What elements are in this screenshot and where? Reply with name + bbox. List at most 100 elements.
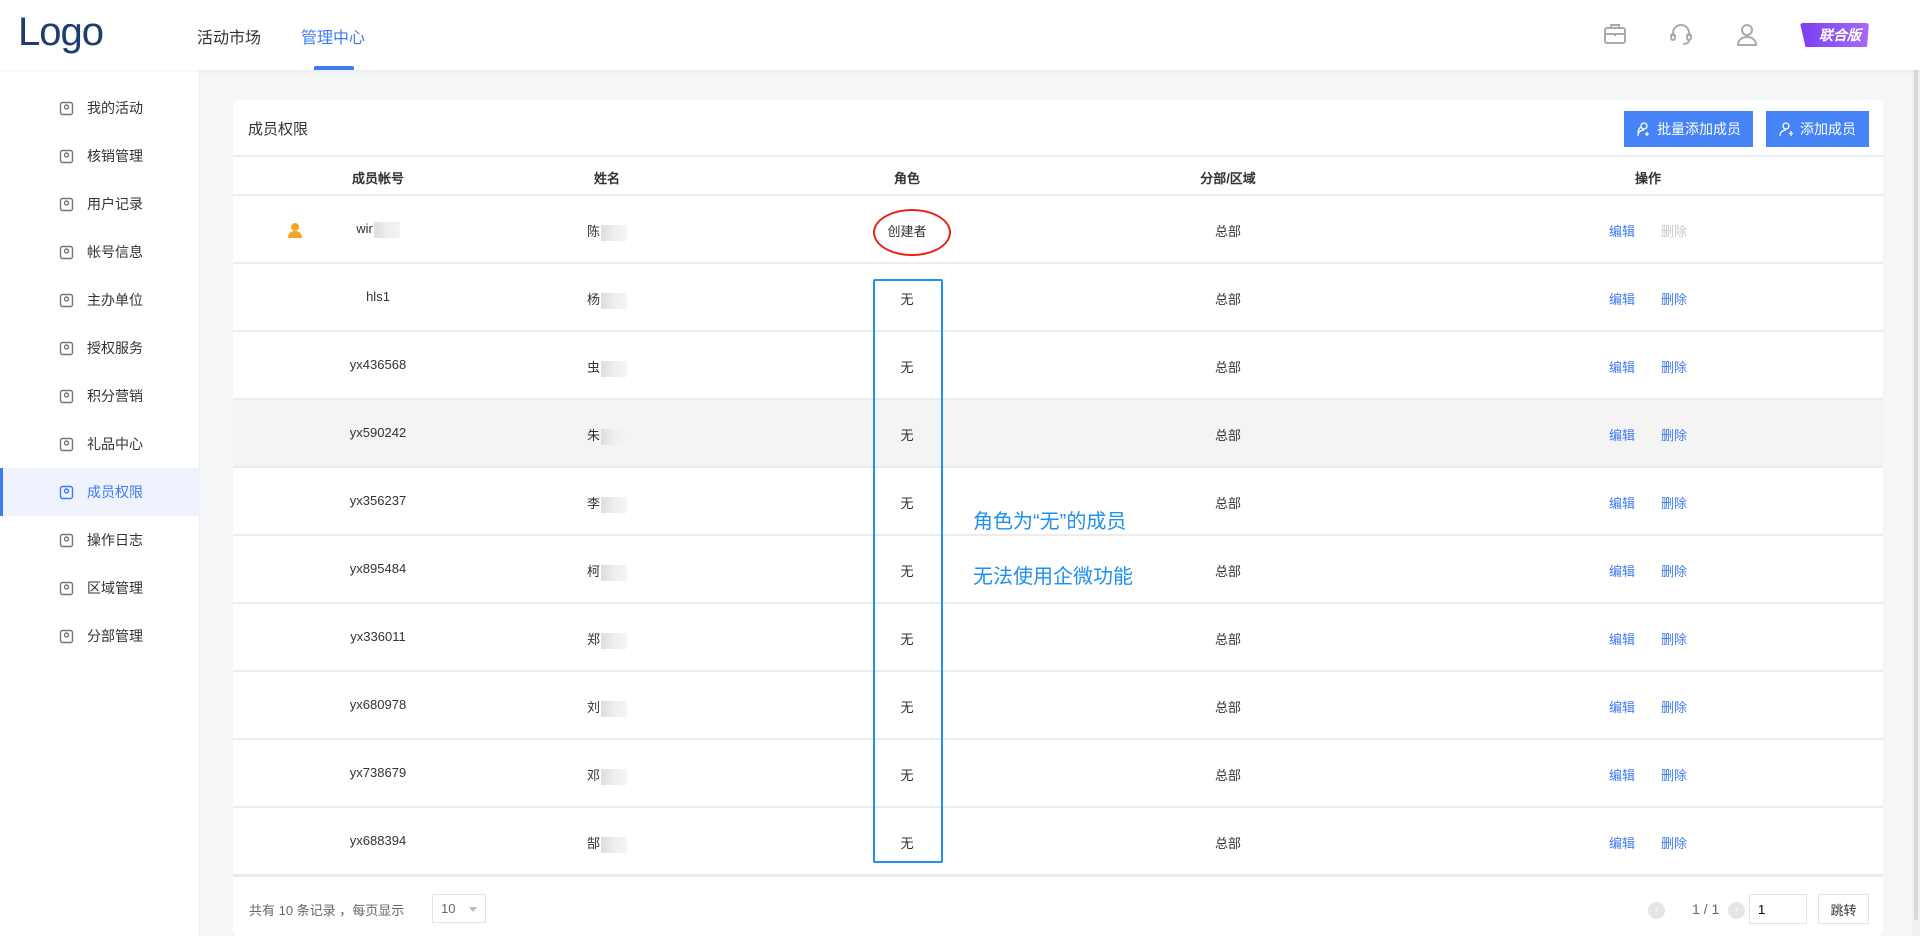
member-account: wir xyxy=(356,221,400,238)
edit-link[interactable]: 编辑 xyxy=(1609,221,1635,240)
sidebar-item-0[interactable]: 我的活动 xyxy=(0,84,200,132)
delete-link[interactable]: 删除 xyxy=(1661,425,1687,444)
log-icon xyxy=(59,533,74,547)
jump-page-input[interactable] xyxy=(1749,894,1807,924)
member-branch: 总部 xyxy=(1214,836,1242,851)
sidebar-item-5[interactable]: 授权服务 xyxy=(0,324,200,372)
headset-icon[interactable] xyxy=(1668,21,1694,47)
sidebar-item-label: 礼品中心 xyxy=(87,436,143,452)
delete-link[interactable]: 删除 xyxy=(1661,697,1687,716)
pagination-footer: 共有 10 条记录 ，每页显示 10 ‹ 1 / 1 › 跳转 xyxy=(233,875,1883,936)
star-circle-icon xyxy=(59,389,74,403)
edit-link[interactable]: 编辑 xyxy=(1609,357,1635,376)
annotation-text-2: 无法使用企微功能 xyxy=(973,566,1133,588)
top-header: Logo 活动市场 管理中心 联合版 xyxy=(0,0,1920,70)
edit-link[interactable]: 编辑 xyxy=(1609,493,1635,512)
building-icon xyxy=(59,293,74,307)
member-branch: 总部 xyxy=(1214,496,1242,511)
sidebar-item-8[interactable]: 成员权限 xyxy=(0,468,200,516)
edition-badge: 联合版 xyxy=(1800,23,1869,47)
id-card-icon xyxy=(59,197,74,211)
delete-link[interactable]: 删除 xyxy=(1661,289,1687,308)
edit-link[interactable]: 编辑 xyxy=(1609,425,1635,444)
edit-link[interactable]: 编辑 xyxy=(1609,289,1635,308)
batch-add-label: 批量添加成员 xyxy=(1657,121,1741,137)
page-indicator: 1 / 1 xyxy=(1692,901,1720,917)
col-name: 姓名 xyxy=(593,171,621,186)
sidebar-item-3[interactable]: 帐号信息 xyxy=(0,228,200,276)
sidebar-item-2[interactable]: 用户记录 xyxy=(0,180,200,228)
col-actions: 操作 xyxy=(1634,171,1662,186)
edit-link[interactable]: 编辑 xyxy=(1609,629,1635,648)
edit-link[interactable]: 编辑 xyxy=(1609,697,1635,716)
member-branch: 总部 xyxy=(1214,768,1242,783)
member-branch: 总部 xyxy=(1214,564,1242,579)
delete-link[interactable]: 删除 xyxy=(1661,629,1687,648)
member-branch: 总部 xyxy=(1214,632,1242,647)
jump-button[interactable]: 跳转 xyxy=(1818,894,1869,924)
member-account: yx680978 xyxy=(349,697,407,712)
member-name: 邓 xyxy=(587,765,628,785)
table-row: yx688394 郜 无 总部 编辑 删除 xyxy=(233,808,1883,876)
batch-add-members-button[interactable]: 批量添加成员 xyxy=(1624,111,1753,147)
member-name: 柯 xyxy=(587,561,628,581)
add-member-label: 添加成员 xyxy=(1800,121,1856,137)
nav-activity-market[interactable]: 活动市场 xyxy=(197,24,261,48)
sidebar-item-4[interactable]: 主办单位 xyxy=(0,276,200,324)
col-role: 角色 xyxy=(893,171,921,186)
member-name: 朱 xyxy=(587,425,628,445)
sidebar-item-6[interactable]: 积分营销 xyxy=(0,372,200,420)
annotation-text-1: 角色为“无”的成员 xyxy=(973,511,1127,533)
table-row: yx590242 朱 无 总部 编辑 删除 xyxy=(233,400,1883,468)
delete-link[interactable]: 删除 xyxy=(1661,765,1687,784)
logo: Logo xyxy=(18,10,104,54)
delete-link[interactable]: 删除 xyxy=(1661,561,1687,580)
sidebar-item-label: 用户记录 xyxy=(87,196,143,212)
table-header: 成员帐号 姓名 角色 分部/区域 操作 xyxy=(233,155,1883,196)
clipboard-check-icon xyxy=(59,149,74,163)
delete-link[interactable]: 删除 xyxy=(1661,493,1687,512)
member-name: 刘 xyxy=(587,697,628,717)
briefcase-icon[interactable] xyxy=(1602,21,1628,47)
sidebar-item-9[interactable]: 操作日志 xyxy=(0,516,200,564)
id-card-icon xyxy=(59,245,74,259)
delete-link[interactable]: 删除 xyxy=(1661,357,1687,376)
member-branch: 总部 xyxy=(1214,360,1242,375)
table-row: yx738679 邓 无 总部 编辑 删除 xyxy=(233,740,1883,808)
sidebar-item-label: 成员权限 xyxy=(87,484,143,500)
member-name: 陈 xyxy=(587,221,628,241)
user-icon[interactable] xyxy=(1734,21,1760,47)
user-add-icon xyxy=(1779,122,1793,137)
sidebar-item-label: 核销管理 xyxy=(87,148,143,164)
sidebar-item-11[interactable]: 分部管理 xyxy=(0,612,200,660)
table-row: yx336011 郑 无 总部 编辑 删除 xyxy=(233,604,1883,672)
creator-user-icon xyxy=(288,223,302,238)
member-branch: 总部 xyxy=(1214,224,1242,239)
member-account: yx356237 xyxy=(349,493,407,508)
member-branch: 总部 xyxy=(1214,428,1242,443)
member-name: 李 xyxy=(587,493,628,513)
edit-link[interactable]: 编辑 xyxy=(1609,561,1635,580)
org-chart-icon xyxy=(59,629,74,643)
page-scrollbar[interactable] xyxy=(1912,70,1920,936)
sidebar-item-7[interactable]: 礼品中心 xyxy=(0,420,200,468)
member-account: yx688394 xyxy=(349,833,407,848)
sidebar-item-label: 我的活动 xyxy=(87,100,143,116)
next-page-button[interactable]: › xyxy=(1728,902,1745,919)
delete-link[interactable]: 删除 xyxy=(1661,833,1687,852)
edit-link[interactable]: 编辑 xyxy=(1609,833,1635,852)
page-size-select[interactable]: 10 xyxy=(432,894,486,923)
nav-management-center[interactable]: 管理中心 xyxy=(301,24,365,48)
record-summary: 共有 10 条记录 ，每页显示 xyxy=(249,903,405,918)
sidebar-item-1[interactable]: 核销管理 xyxy=(0,132,200,180)
member-branch: 总部 xyxy=(1214,292,1242,307)
add-member-button[interactable]: 添加成员 xyxy=(1766,111,1869,147)
sidebar-item-10[interactable]: 区域管理 xyxy=(0,564,200,612)
member-branch: 总部 xyxy=(1214,700,1242,715)
location-icon xyxy=(59,581,74,595)
sidebar: 我的活动核销管理用户记录帐号信息 主办单位授权服务积分营销礼品中心成员权限操作日志… xyxy=(0,70,200,936)
sidebar-item-label: 授权服务 xyxy=(87,340,143,356)
edit-link[interactable]: 编辑 xyxy=(1609,765,1635,784)
users-add-icon xyxy=(1637,122,1649,137)
prev-page-button[interactable]: ‹ xyxy=(1648,902,1665,919)
